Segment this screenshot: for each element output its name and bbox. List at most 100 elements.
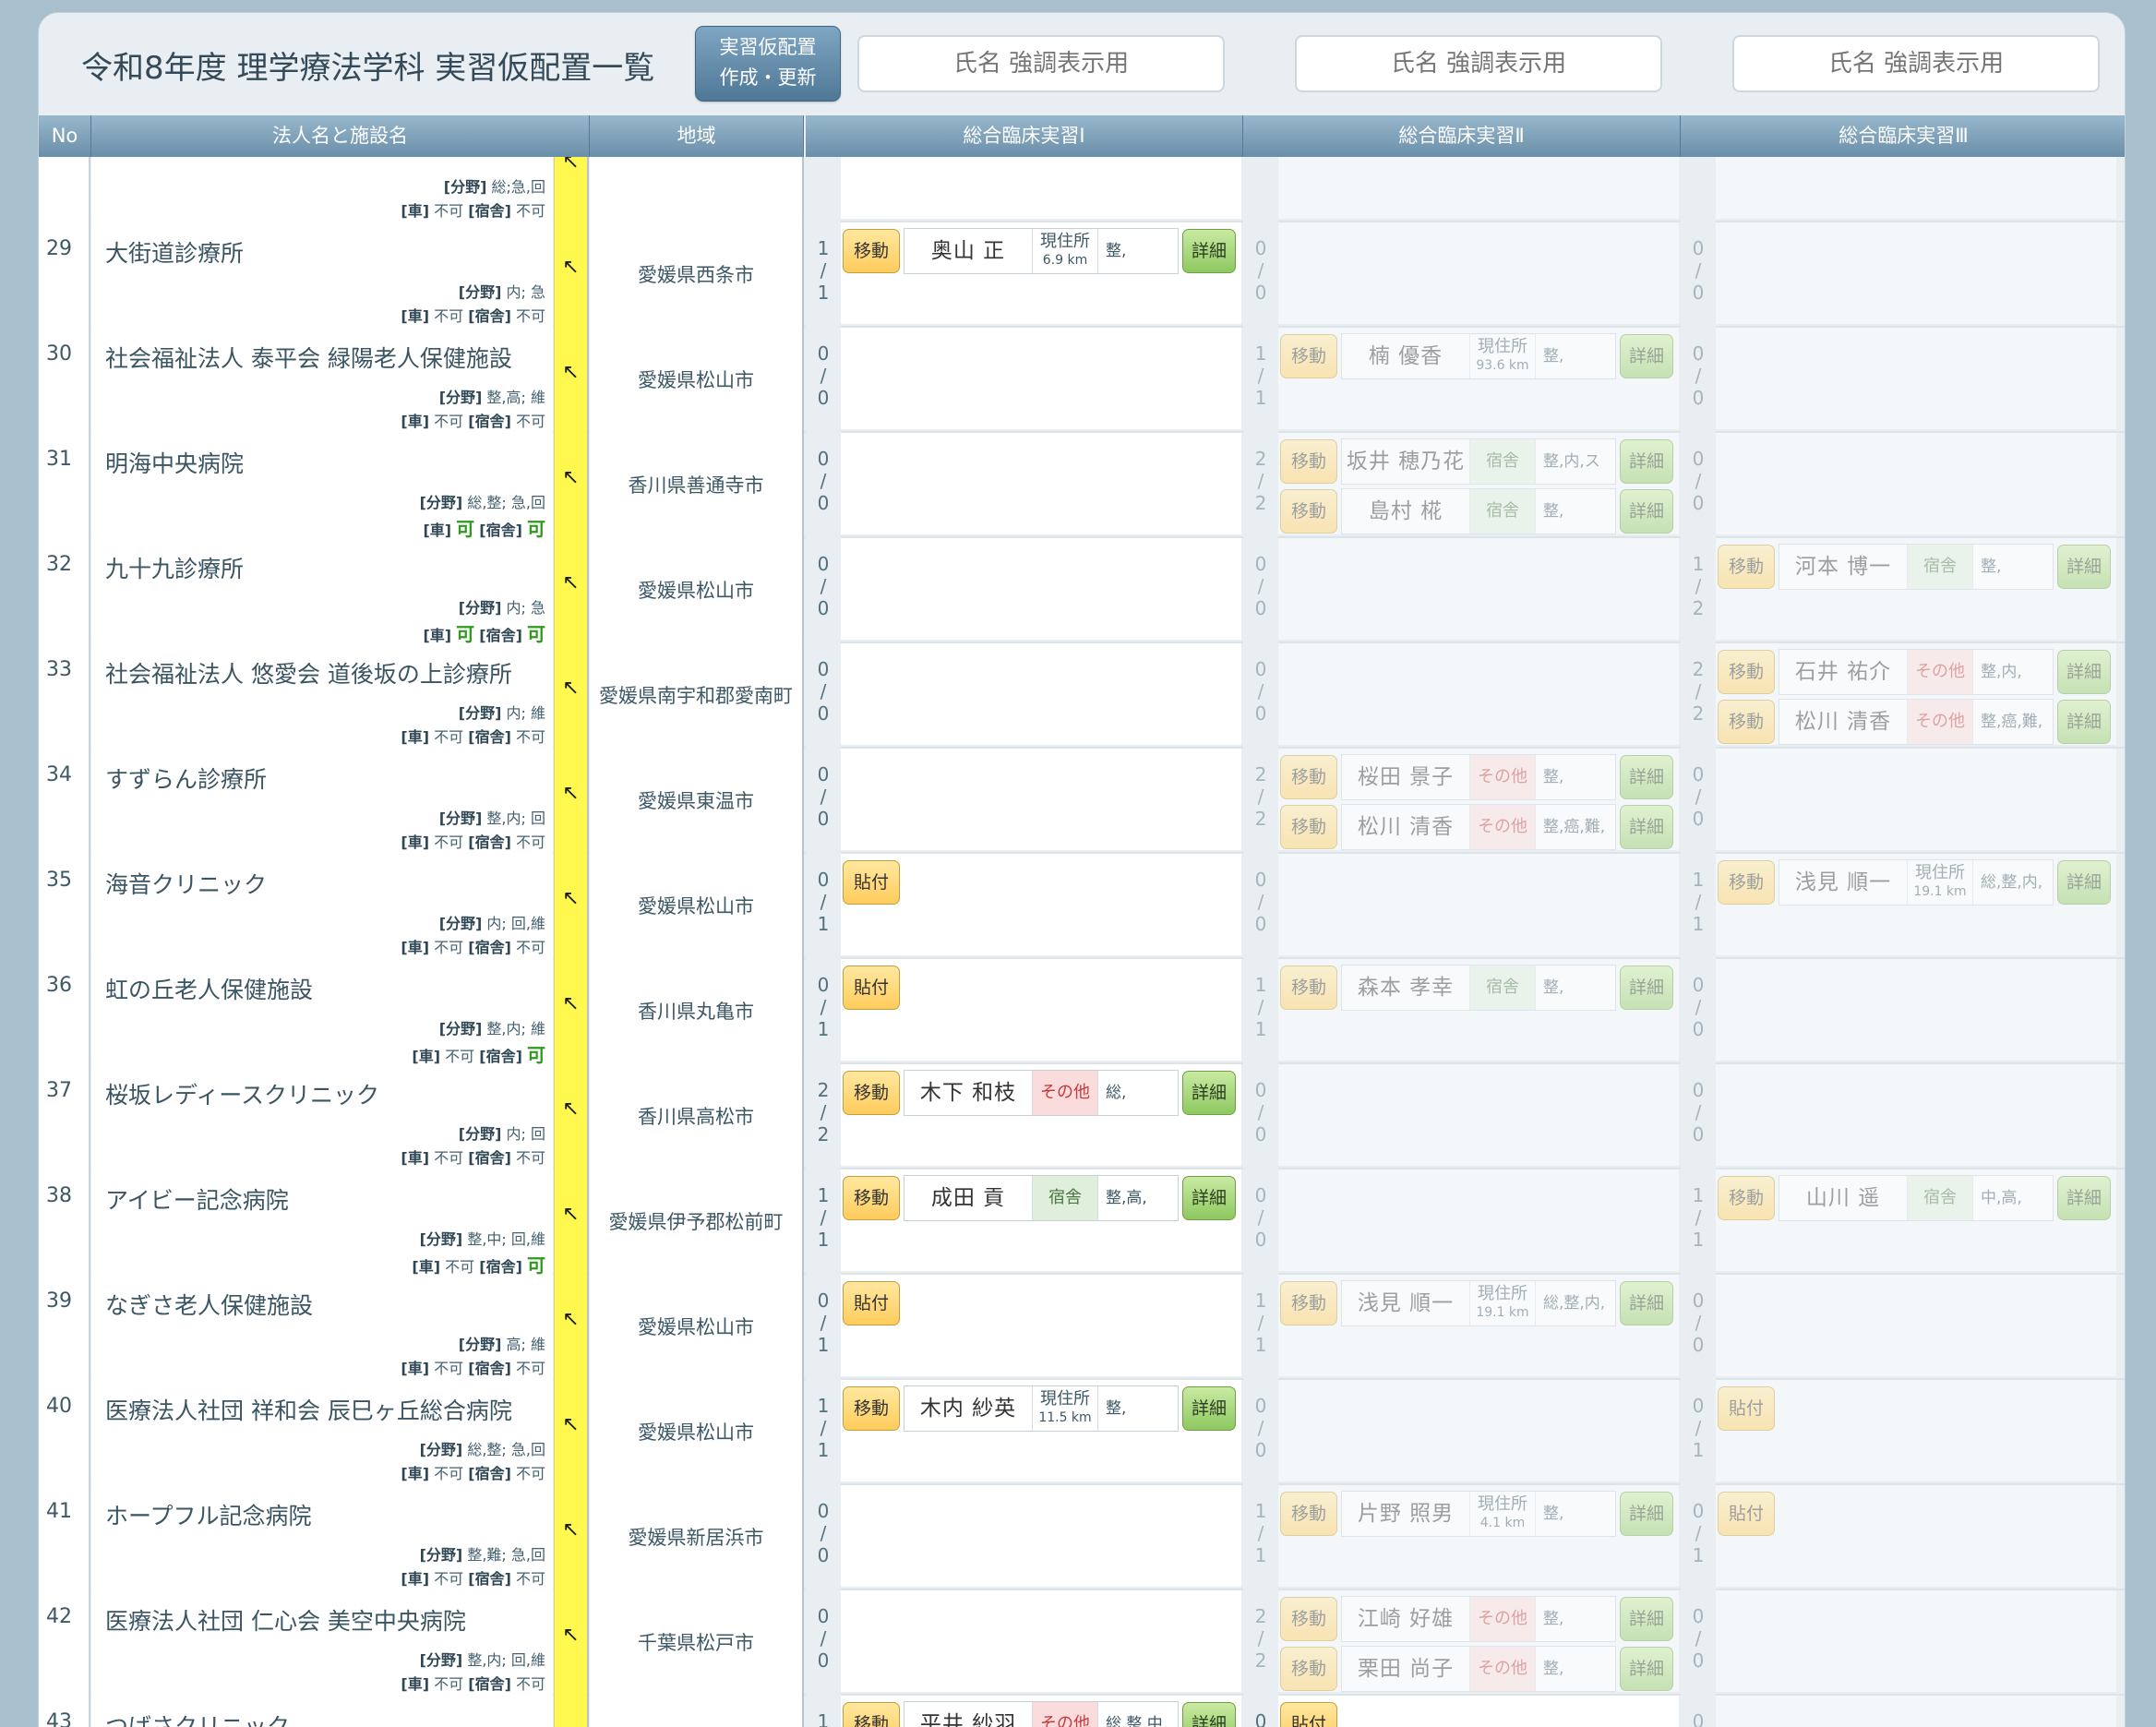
student-slots: 貼付 (841, 854, 1241, 955)
detail-button[interactable]: 詳細 (1182, 1071, 1236, 1115)
row-number: 39 (39, 1275, 90, 1380)
move-button[interactable]: 移動 (1280, 965, 1337, 1010)
practicum-2-cell: 0/0 (1243, 1064, 1679, 1169)
count-part: / (1695, 891, 1702, 913)
car-value: 不可 (434, 1465, 464, 1482)
car-value: 不可 (434, 939, 464, 956)
select-arrow-icon[interactable]: ↖ (554, 854, 589, 959)
select-arrow-icon[interactable]: ↖ (554, 157, 589, 222)
select-arrow-icon[interactable]: ↖ (554, 643, 589, 749)
paste-button[interactable]: 貼付 (843, 860, 900, 905)
move-button[interactable]: 移動 (1280, 1597, 1337, 1641)
detail-button[interactable]: 詳細 (2057, 700, 2111, 744)
move-button[interactable]: 移動 (843, 1702, 900, 1727)
paste-button[interactable]: 貼付 (843, 1281, 900, 1325)
student-slots: 移動 奥山 正 現住所 6.9 km 整, 詳細 (841, 222, 1241, 324)
count-part: 0 (1692, 1018, 1705, 1040)
count-part: 1 (1254, 974, 1267, 996)
detail-button[interactable]: 詳細 (2057, 860, 2111, 905)
detail-button[interactable]: 詳細 (1620, 1647, 1673, 1691)
select-arrow-icon[interactable]: ↖ (554, 328, 589, 433)
practicum-1-cell: 1/1 移動 成田 貢宿舎 整,高, 詳細 (806, 1169, 1241, 1275)
facility-field: [分野] 整,内; 維 (439, 1016, 545, 1038)
select-arrow-icon[interactable]: ↖ (554, 1696, 589, 1727)
facility-name: すずらん診療所 (105, 766, 268, 793)
paste-button[interactable]: 貼付 (1280, 1702, 1337, 1727)
region-text: 愛媛県南宇和郡愛南町 (599, 685, 793, 707)
highlight-name-input-2[interactable] (1295, 35, 1662, 92)
student-housing-tag: 現住所 19.1 km (1907, 860, 1973, 905)
move-button[interactable]: 移動 (1280, 805, 1337, 849)
student-slots: 移動 石井 祐介 その他 整,内, 詳細 移動 松川 清香 その他 整,癌,難, 詳細 (1716, 643, 2116, 745)
move-button[interactable]: 移動 (1718, 700, 1775, 744)
move-button[interactable]: 移動 (1718, 545, 1775, 589)
paste-button[interactable]: 貼付 (843, 965, 900, 1010)
count-part: 2 (1254, 763, 1267, 786)
housing-label: その他 (1478, 1609, 1527, 1628)
detail-button[interactable]: 詳細 (2057, 545, 2111, 589)
select-arrow-icon[interactable]: ↖ (554, 1169, 589, 1275)
move-button[interactable]: 移動 (1280, 439, 1337, 484)
detail-button[interactable]: 詳細 (1620, 1281, 1673, 1325)
move-button[interactable]: 移動 (843, 1176, 900, 1220)
practicum-2-cell: 2/2 移動 坂井 穂乃花 宿舎 整,内,ス 詳細 移動 島村 椛宿舎 整, 詳細 (1243, 433, 1679, 538)
move-button[interactable]: 移動 (843, 1386, 900, 1431)
detail-button[interactable]: 詳細 (1620, 755, 1673, 799)
student-specialty: 整, (1106, 1399, 1127, 1418)
detail-button[interactable]: 詳細 (1620, 439, 1673, 484)
table-row: 37 桜坂レディースクリニック [分野] 内; 回 [車] 不可 [宿舎] 不可 ↖ 香川… (39, 1064, 2125, 1169)
create-update-button[interactable]: 実習仮配置 作成・更新 (695, 26, 841, 102)
move-button[interactable]: 移動 (1718, 650, 1775, 694)
col-header-practicum-3: 総合臨床実習Ⅲ (1681, 115, 2125, 157)
move-button[interactable]: 移動 (843, 229, 900, 273)
select-arrow-icon[interactable]: ↖ (554, 1485, 589, 1590)
move-button[interactable]: 移動 (843, 1071, 900, 1115)
move-button[interactable]: 移動 (1718, 1176, 1775, 1220)
move-button[interactable]: 移動 (1718, 860, 1775, 905)
move-button[interactable]: 移動 (1280, 1647, 1337, 1691)
select-arrow-icon[interactable]: ↖ (554, 1275, 589, 1380)
select-arrow-icon[interactable]: ↖ (554, 1064, 589, 1169)
facility-access: [車] 不可 [宿舎] 不可 (401, 1672, 545, 1694)
detail-button[interactable]: 詳細 (1182, 229, 1236, 273)
count-part: / (1257, 470, 1264, 492)
select-arrow-icon[interactable]: ↖ (554, 1590, 589, 1696)
detail-button[interactable]: 詳細 (1182, 1386, 1236, 1431)
select-arrow-icon[interactable]: ↖ (554, 538, 589, 643)
field-value: 整,内; 回,維 (467, 1651, 545, 1669)
highlight-name-input-3[interactable] (1732, 35, 2100, 92)
detail-button[interactable]: 詳細 (1620, 334, 1673, 378)
car-value: 可 (456, 518, 475, 540)
detail-button[interactable]: 詳細 (1620, 1597, 1673, 1641)
select-arrow-icon[interactable]: ↖ (554, 222, 589, 328)
detail-button[interactable]: 詳細 (2057, 1176, 2111, 1220)
select-arrow-icon[interactable]: ↖ (554, 749, 589, 854)
move-button[interactable]: 移動 (1280, 1281, 1337, 1325)
count-part: / (1257, 1417, 1264, 1439)
highlight-name-input-1[interactable] (857, 35, 1225, 92)
detail-button[interactable]: 詳細 (1182, 1176, 1236, 1220)
select-arrow-icon[interactable]: ↖ (554, 1380, 589, 1485)
paste-button[interactable]: 貼付 (1718, 1386, 1775, 1431)
move-button[interactable]: 移動 (1280, 755, 1337, 799)
count-part: 1 (1692, 913, 1705, 935)
practicum-2-cell: 1/1 移動 浅見 順一 現住所 19.1 km 総,整,内, 詳細 (1243, 1275, 1679, 1380)
detail-button[interactable]: 詳細 (1620, 965, 1673, 1010)
move-button[interactable]: 移動 (1280, 1492, 1337, 1536)
practicum-3-cell: 0/1 貼付 (1681, 1485, 2116, 1590)
move-button[interactable]: 移動 (1280, 489, 1337, 534)
dorm-value: 不可 (515, 307, 545, 325)
select-arrow-icon[interactable]: ↖ (554, 959, 589, 1064)
detail-button[interactable]: 詳細 (1620, 1492, 1673, 1536)
housing-label: 現住所 (1040, 1389, 1090, 1409)
move-button[interactable]: 移動 (1280, 334, 1337, 378)
detail-button[interactable]: 詳細 (1182, 1702, 1236, 1727)
student-slots (1716, 749, 2116, 850)
select-arrow-icon[interactable]: ↖ (554, 433, 589, 538)
region-cell (590, 157, 804, 222)
count-part: 0 (817, 869, 830, 891)
detail-button[interactable]: 詳細 (1620, 805, 1673, 849)
detail-button[interactable]: 詳細 (1620, 489, 1673, 534)
paste-button[interactable]: 貼付 (1718, 1492, 1775, 1536)
detail-button[interactable]: 詳細 (2057, 650, 2111, 694)
